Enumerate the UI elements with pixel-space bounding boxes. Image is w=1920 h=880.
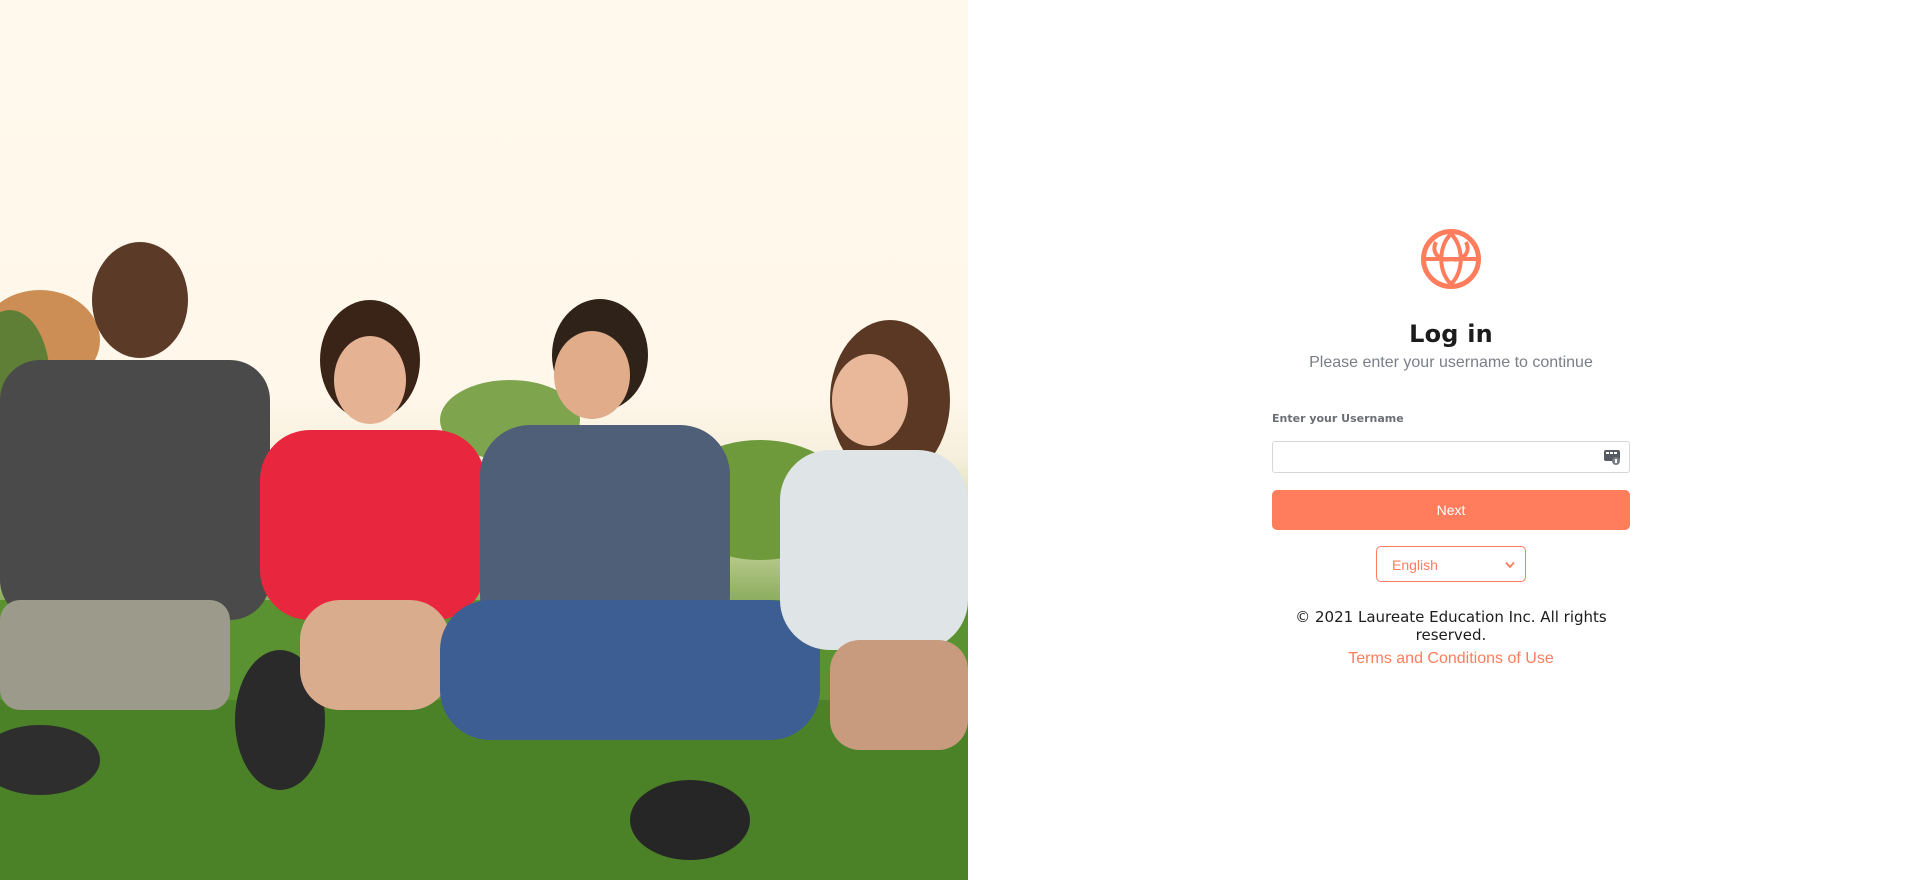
password-manager-key-icon[interactable] xyxy=(1603,448,1621,466)
language-select[interactable]: English xyxy=(1376,546,1526,582)
username-input[interactable] xyxy=(1273,442,1629,472)
hero-illustration xyxy=(0,242,968,880)
next-button[interactable]: Next xyxy=(1272,490,1630,530)
language-select-value: English xyxy=(1392,557,1438,573)
login-panel: Log in Please enter your username to con… xyxy=(1272,228,1630,668)
copyright-text: © 2021 Laureate Education Inc. All right… xyxy=(1295,608,1607,644)
hero-photo xyxy=(0,0,968,880)
username-label: Enter your Username xyxy=(1272,412,1404,425)
page-subtitle: Please enter your username to continue xyxy=(1309,354,1593,371)
chevron-down-icon xyxy=(1505,561,1515,569)
globe-leaf-logo-icon xyxy=(1421,229,1481,289)
username-field-wrapper xyxy=(1272,441,1630,473)
page-title: Log in xyxy=(1409,320,1493,348)
terms-link[interactable]: Terms and Conditions of Use xyxy=(1348,650,1553,668)
